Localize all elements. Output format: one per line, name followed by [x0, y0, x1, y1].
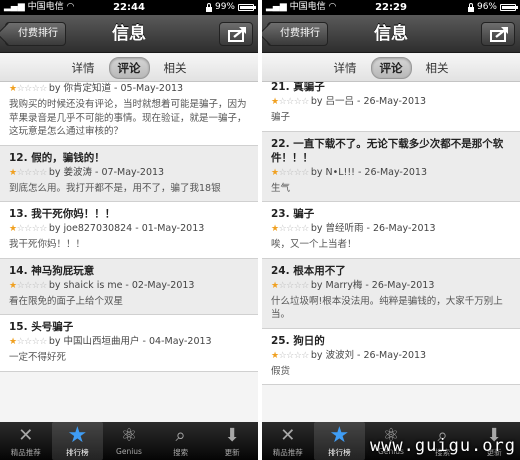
- segment-reviews[interactable]: 评论: [108, 56, 150, 79]
- review-title: 14. 神马狗屁玩意: [9, 264, 95, 277]
- review-item[interactable]: ★☆☆☆☆ by 你肯定知道 - 05-May-2013 我购买的时候还没有评论，…: [0, 82, 258, 146]
- review-meta: by joe827030824 - 01-May-2013: [48, 223, 205, 234]
- review-title: 15. 头号骗子: [9, 321, 74, 333]
- share-icon: [490, 27, 508, 42]
- review-item[interactable]: 21. 真骗子 ★☆☆☆☆ by 吕一吕 - 26-May-2013 骗子: [262, 82, 520, 132]
- review-item[interactable]: 23. 骗子 ★☆☆☆☆ by 曾经听雨 - 26-May-2013 唉，又一个上…: [262, 202, 520, 259]
- back-button[interactable]: 付费排行: [267, 22, 328, 46]
- share-icon: [228, 27, 246, 42]
- review-meta: by 中国山西垣曲用户 - 04-May-2013: [48, 336, 212, 347]
- featured-icon: ✕: [280, 425, 296, 446]
- review-body: 生气: [271, 182, 291, 194]
- battery-icon: [500, 4, 518, 11]
- genius-icon: ⚛: [120, 425, 138, 446]
- back-button[interactable]: 付费排行: [5, 22, 66, 46]
- review-body: 一定不得好死: [9, 352, 67, 363]
- review-item[interactable]: 14. 神马狗屁玩意 ★☆☆☆☆ by shaick is me - 02-May…: [0, 258, 258, 315]
- review-item[interactable]: 22. 一直下载不了。无论下载多少次都不是那个软件！！！ ★☆☆☆☆ by N•L…: [262, 131, 520, 202]
- watermark: www.guigu.org: [369, 436, 516, 456]
- tab-featured[interactable]: ✕ 精品推荐: [0, 422, 52, 460]
- review-meta: by N•L!!! - 26-May-2013: [310, 166, 428, 178]
- star-rating: ★☆☆☆☆: [9, 280, 47, 291]
- status-bar: ▂▄▆ 中国电信 ◠ 22:44 99%: [0, 0, 258, 15]
- battery-icon: [238, 4, 256, 11]
- tab-bar: ✕ 精品推荐 ★ 排行榜 ⚛ Genius ⌕ 搜索 ⬇ 更新: [0, 422, 258, 460]
- star-icon: ★: [67, 423, 88, 448]
- lock-icon: [467, 2, 474, 12]
- review-item[interactable]: 24. 根本用不了 ★☆☆☆☆ by Marry梅 - 26-May-2013 什…: [262, 258, 520, 329]
- tab-top-charts[interactable]: ★ 排行榜: [51, 422, 104, 460]
- review-meta: by 吕一吕 - 26-May-2013: [310, 96, 427, 107]
- segment-related[interactable]: 相关: [418, 58, 457, 78]
- review-list[interactable]: ★☆☆☆☆ by 你肯定知道 - 05-May-2013 我购买的时候还没有评论，…: [0, 82, 258, 422]
- review-body: 我购买的时候还没有评论，当时就想着可能是骗子，因为苹果录音是几乎不可能的事情。现…: [9, 99, 247, 137]
- review-title: 25. 狗日的: [271, 334, 325, 347]
- share-button[interactable]: [219, 22, 253, 46]
- review-meta: by shaick is me - 02-May-2013: [48, 279, 195, 291]
- review-title: 22. 一直下载不了。无论下载多少次都不是那个软件！！！: [271, 137, 504, 164]
- battery-fill: [240, 6, 253, 9]
- review-meta: by 曾经听雨 - 26-May-2013: [310, 223, 436, 234]
- tab-updates[interactable]: ⬇ 更新: [206, 422, 258, 460]
- share-button[interactable]: [481, 22, 515, 46]
- star-rating: ★☆☆☆☆: [271, 97, 309, 107]
- battery-percent: 96%: [476, 2, 497, 12]
- review-title: 21. 真骗子: [271, 82, 325, 93]
- star-rating: ★☆☆☆☆: [9, 224, 47, 234]
- review-body: 看在限免的面子上给个双星: [9, 295, 124, 307]
- review-title: 12. 假的，骗钱的！: [9, 151, 105, 164]
- segment-related[interactable]: 相关: [156, 58, 195, 78]
- star-rating: ★☆☆☆☆: [271, 280, 309, 291]
- review-body: 唉，又一个上当者！: [271, 239, 357, 250]
- star-rating: ★☆☆☆☆: [271, 350, 309, 361]
- star-rating: ★☆☆☆☆: [271, 167, 309, 178]
- phone-screen-left: ▂▄▆ 中国电信 ◠ 22:44 99% 付费排行 信息 详情 评论 相关 ★☆…: [0, 0, 258, 460]
- segmented-control: 详情 评论 相关: [262, 54, 520, 82]
- navigation-bar: 付费排行 信息: [0, 15, 258, 53]
- review-body: 我干死你妈！！！: [9, 239, 86, 250]
- star-icon: ★: [329, 423, 350, 448]
- review-list[interactable]: 21. 真骗子 ★☆☆☆☆ by 吕一吕 - 26-May-2013 骗子 22.…: [262, 82, 520, 422]
- review-meta: by 波波刘 - 26-May-2013: [310, 349, 427, 361]
- phone-screen-right: ▂▄▆ 中国电信 ◠ 22:29 96% 付费排行 信息 详情 评论 相关 21…: [262, 0, 520, 460]
- navigation-bar: 付费排行 信息: [262, 15, 520, 53]
- star-rating: ★☆☆☆☆: [9, 337, 47, 347]
- tab-featured[interactable]: ✕ 精品推荐: [262, 422, 314, 460]
- star-rating: ★☆☆☆☆: [9, 84, 47, 94]
- star-rating: ★☆☆☆☆: [271, 224, 309, 234]
- review-title: 24. 根本用不了: [271, 264, 346, 277]
- segment-details[interactable]: 详情: [64, 58, 103, 78]
- featured-icon: ✕: [18, 425, 34, 446]
- review-item[interactable]: 15. 头号骗子 ★☆☆☆☆ by 中国山西垣曲用户 - 04-May-2013 …: [0, 315, 258, 372]
- search-icon: ⌕: [175, 425, 186, 446]
- review-meta: by Marry梅 - 26-May-2013: [310, 279, 435, 291]
- review-item[interactable]: 25. 狗日的 ★☆☆☆☆ by 波波刘 - 26-May-2013 假货: [262, 328, 520, 385]
- review-title: 23. 骗子: [271, 208, 315, 220]
- tab-search[interactable]: ⌕ 搜索: [155, 422, 207, 460]
- review-body: 什么垃圾啊!根本没法用。纯粹是骗钱的，大家千万别上当。: [271, 295, 503, 321]
- review-body: 到底怎么用。我打开都不是，用不了，骗了我18银: [9, 182, 221, 194]
- status-bar: ▂▄▆ 中国电信 ◠ 22:29 96%: [262, 0, 520, 15]
- review-item[interactable]: 12. 假的，骗钱的！ ★☆☆☆☆ by 姜波涛 - 07-May-2013 到底…: [0, 145, 258, 202]
- lock-icon: [205, 2, 212, 12]
- tab-top-charts[interactable]: ★ 排行榜: [313, 422, 366, 460]
- review-meta: by 姜波涛 - 07-May-2013: [48, 166, 165, 178]
- segment-reviews[interactable]: 评论: [370, 56, 412, 79]
- battery-percent: 99%: [214, 2, 235, 12]
- review-item[interactable]: 13. 我干死你妈！！！ ★☆☆☆☆ by joe827030824 - 01-M…: [0, 202, 258, 259]
- segmented-control: 详情 评论 相关: [0, 54, 258, 82]
- battery-fill: [502, 6, 515, 9]
- review-body: 假货: [271, 365, 291, 377]
- review-meta: by 你肯定知道 - 05-May-2013: [48, 83, 184, 94]
- review-title: 13. 我干死你妈！！！: [9, 208, 116, 220]
- review-body: 骗子: [271, 112, 291, 123]
- updates-icon: ⬇: [224, 425, 240, 446]
- tab-genius[interactable]: ⚛ Genius: [103, 422, 155, 460]
- star-rating: ★☆☆☆☆: [9, 167, 47, 178]
- segment-details[interactable]: 详情: [326, 58, 365, 78]
